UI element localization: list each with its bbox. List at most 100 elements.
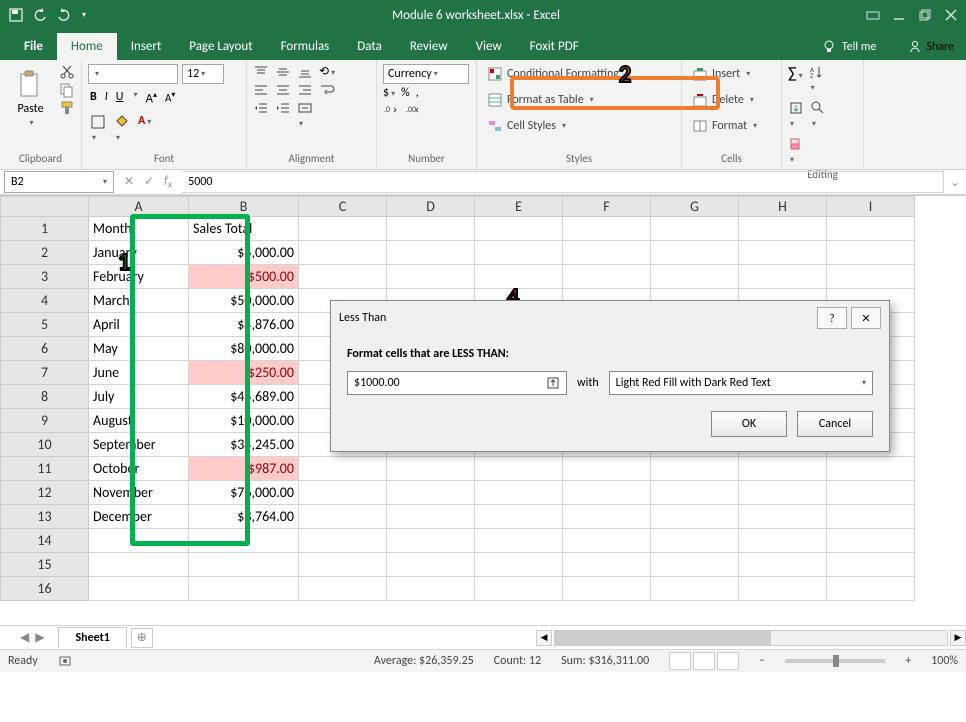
- undo-icon[interactable]: [32, 7, 48, 23]
- format-painter-icon[interactable]: [59, 100, 75, 116]
- zoom-slider[interactable]: [785, 659, 885, 663]
- wrap-text-icon[interactable]: [319, 82, 335, 98]
- ok-button[interactable]: OK: [711, 411, 787, 437]
- clear-icon[interactable]: ▾: [788, 136, 857, 166]
- decrease-decimal-icon[interactable]: .00: [405, 102, 421, 118]
- cancel-button[interactable]: Cancel: [797, 411, 873, 437]
- range-selector-icon[interactable]: [546, 376, 560, 390]
- tab-foxit-pdf[interactable]: Foxit PDF: [516, 33, 593, 60]
- minimize-icon[interactable]: [892, 8, 906, 22]
- dialog-close-button[interactable]: ✕: [851, 307, 881, 329]
- underline-button[interactable]: U: [116, 90, 124, 106]
- col-header-E[interactable]: E: [475, 197, 563, 217]
- cell-month[interactable]: June: [89, 361, 189, 385]
- sheet-tab-sheet1[interactable]: Sheet1: [58, 627, 126, 648]
- hscroll-thumb[interactable]: [555, 631, 771, 645]
- cell-sales[interactable]: $987.00: [189, 457, 299, 481]
- tab-view[interactable]: View: [462, 33, 516, 60]
- name-box[interactable]: B2 ▾: [4, 171, 114, 193]
- col-header-I[interactable]: I: [827, 197, 915, 217]
- cell-month[interactable]: July: [89, 385, 189, 409]
- new-sheet-button[interactable]: ⊕: [131, 628, 153, 648]
- redo-icon[interactable]: [56, 7, 72, 23]
- tab-home[interactable]: Home: [57, 33, 117, 60]
- cell-month[interactable]: May: [89, 337, 189, 361]
- cell-month[interactable]: October: [89, 457, 189, 481]
- formula-input[interactable]: 5000: [182, 171, 944, 193]
- select-all-corner[interactable]: [1, 197, 89, 217]
- cell-month[interactable]: August: [89, 409, 189, 433]
- cell-sales[interactable]: $250.00: [189, 361, 299, 385]
- align-left-icon[interactable]: [253, 82, 269, 98]
- share-button[interactable]: Share: [896, 40, 966, 60]
- cell-month[interactable]: March: [89, 289, 189, 313]
- zoom-out-button[interactable]: −: [759, 654, 765, 668]
- increase-font-icon[interactable]: A▴: [145, 90, 157, 106]
- cell-sales[interactable]: $8,764.00: [189, 505, 299, 529]
- zoom-level[interactable]: 100%: [931, 654, 958, 668]
- tab-file[interactable]: File: [10, 33, 57, 60]
- tab-data[interactable]: Data: [343, 33, 396, 60]
- page-break-view-button[interactable]: [717, 652, 739, 670]
- increase-decimal-icon[interactable]: .0: [383, 102, 399, 118]
- delete-cells-button[interactable]: Delete▾: [688, 90, 775, 110]
- zoom-in-button[interactable]: +: [905, 654, 911, 668]
- cell-sales[interactable]: $80,000.00: [189, 337, 299, 361]
- cell-sales[interactable]: $34,245.00: [189, 433, 299, 457]
- cell-sales[interactable]: $500.00: [189, 265, 299, 289]
- sort-filter-icon[interactable]: AZ▾: [809, 64, 825, 94]
- col-header-B[interactable]: B: [189, 197, 299, 217]
- col-header-A[interactable]: A: [89, 197, 189, 217]
- cancel-formula-icon[interactable]: ✕: [124, 174, 134, 190]
- sheet-nav-next-icon[interactable]: ▶: [35, 630, 44, 645]
- cell-month[interactable]: September: [89, 433, 189, 457]
- tab-formulas[interactable]: Formulas: [267, 33, 344, 60]
- sheet-nav-prev-icon[interactable]: ◀: [20, 630, 29, 645]
- close-icon[interactable]: [944, 8, 958, 22]
- macro-record-icon[interactable]: [58, 654, 72, 668]
- tab-review[interactable]: Review: [396, 33, 462, 60]
- font-name-combo[interactable]: ▾: [88, 64, 178, 84]
- page-layout-view-button[interactable]: [693, 652, 715, 670]
- orientation-icon[interactable]: ⟲▾: [319, 64, 335, 80]
- save-icon[interactable]: [8, 7, 24, 23]
- align-bottom-icon[interactable]: [297, 64, 313, 80]
- cell-sales[interactable]: $76,000.00: [189, 481, 299, 505]
- hscroll-track[interactable]: [554, 630, 948, 646]
- cell-styles-button[interactable]: Cell Styles▾: [483, 116, 675, 136]
- cell-sales[interactable]: $50,000.00: [189, 289, 299, 313]
- cell-sales[interactable]: $10,000.00: [189, 409, 299, 433]
- tell-me[interactable]: Tell me: [810, 40, 889, 60]
- hscroll-right-icon[interactable]: ▶: [950, 630, 966, 646]
- cell-month[interactable]: December: [89, 505, 189, 529]
- cell-month[interactable]: February: [89, 265, 189, 289]
- dialog-value-input[interactable]: $1000.00: [347, 371, 567, 395]
- restore-icon[interactable]: [918, 8, 932, 22]
- comma-format-icon[interactable]: ,: [416, 86, 419, 100]
- col-header-G[interactable]: G: [651, 197, 739, 217]
- bold-button[interactable]: B: [90, 90, 97, 106]
- font-size-combo[interactable]: 12▾: [182, 64, 224, 84]
- find-select-icon[interactable]: ▾: [810, 100, 826, 130]
- accounting-format-icon[interactable]: $▾: [383, 86, 395, 100]
- format-cells-button[interactable]: Format▾: [688, 116, 775, 136]
- align-right-icon[interactable]: [297, 82, 313, 98]
- paste-button[interactable]: Paste ▾: [6, 64, 55, 150]
- col-header-D[interactable]: D: [387, 197, 475, 217]
- cell-sales[interactable]: $4,876.00: [189, 313, 299, 337]
- copy-icon[interactable]: [59, 82, 75, 98]
- col-header-F[interactable]: F: [563, 197, 651, 217]
- decrease-indent-icon[interactable]: [253, 100, 269, 130]
- tab-insert[interactable]: Insert: [117, 33, 176, 60]
- font-color-icon[interactable]: A▾: [138, 114, 151, 144]
- decrease-font-icon[interactable]: A▾: [165, 90, 175, 106]
- cut-icon[interactable]: [59, 64, 75, 80]
- hscroll-left-icon[interactable]: ◀: [536, 630, 552, 646]
- number-format-combo[interactable]: Currency▾: [383, 64, 469, 84]
- insert-cells-button[interactable]: Insert▾: [688, 64, 775, 84]
- increase-indent-icon[interactable]: [275, 100, 291, 130]
- dialog-help-button[interactable]: ?: [817, 307, 847, 329]
- align-center-icon[interactable]: [275, 82, 291, 98]
- cell-sales[interactable]: $45,689.00: [189, 385, 299, 409]
- cell-month[interactable]: November: [89, 481, 189, 505]
